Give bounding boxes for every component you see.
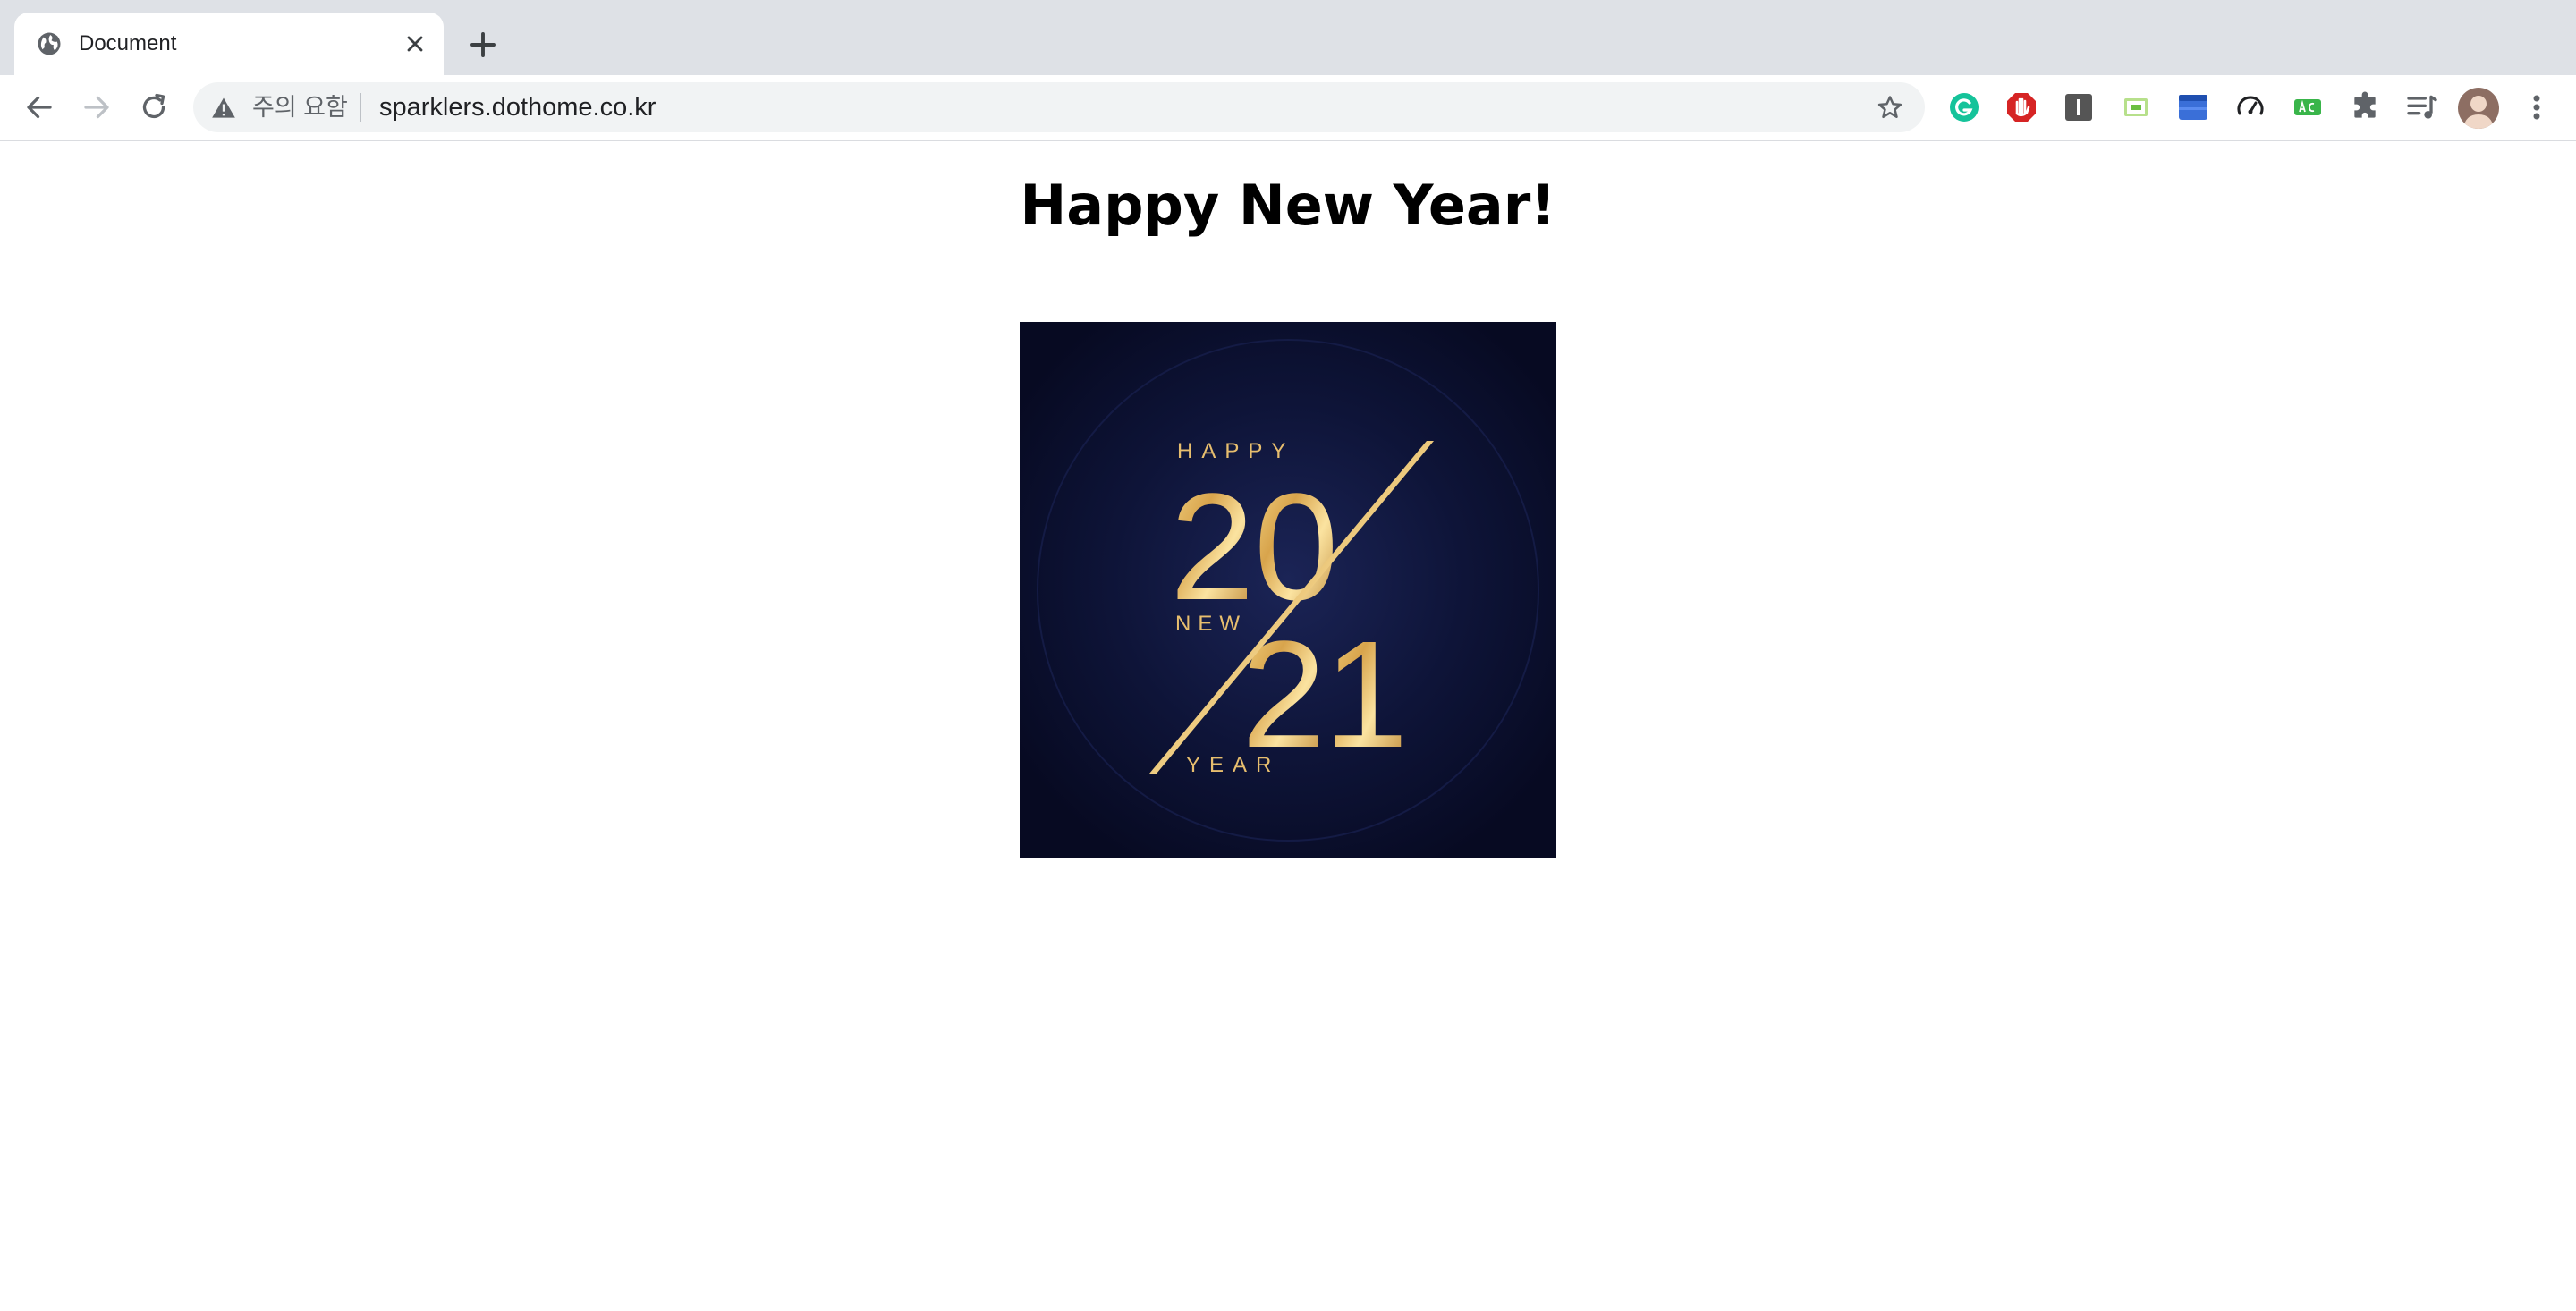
- image-digit-2-bottom: 2: [1241, 610, 1326, 780]
- autocomplete-icon[interactable]: [2290, 89, 2326, 125]
- tab-document[interactable]: Document: [14, 13, 444, 75]
- speedtest-icon[interactable]: [2233, 89, 2268, 125]
- avatar[interactable]: [2458, 88, 2499, 129]
- warning-icon[interactable]: [211, 96, 236, 119]
- page-title: Happy New Year!: [1020, 173, 1556, 238]
- tab-title: Document: [79, 31, 177, 55]
- screen-capture-icon[interactable]: [2118, 89, 2154, 125]
- forward-icon[interactable]: [80, 91, 113, 123]
- close-icon[interactable]: [402, 31, 428, 56]
- window-resizer-icon[interactable]: [2175, 89, 2211, 125]
- extensions-puzzle-icon[interactable]: [2347, 89, 2383, 125]
- tab-strip: Document: [0, 0, 2576, 75]
- happy-new-year-2021-image: HAPPY NEW YEAR 2 0 2 1: [1020, 322, 1556, 858]
- address-divider: [360, 93, 361, 122]
- address-bar[interactable]: 주의 요함 sparklers.dothome.co.kr: [193, 82, 1925, 132]
- url-text[interactable]: sparklers.dothome.co.kr: [379, 91, 656, 123]
- profile-avatar-icon: [2458, 88, 2499, 129]
- browser-toolbar: 주의 요함 sparklers.dothome.co.kr: [0, 75, 2576, 141]
- bookmark-star-icon[interactable]: [1877, 94, 1903, 121]
- image-digit-1: 1: [1324, 610, 1409, 780]
- image-text-happy: HAPPY: [1177, 439, 1294, 463]
- security-status-label[interactable]: 주의 요함: [252, 92, 348, 123]
- image-digit-0: 0: [1254, 462, 1339, 632]
- reload-icon[interactable]: [138, 91, 170, 123]
- media-controls-icon[interactable]: [2404, 89, 2440, 125]
- more-menu-icon[interactable]: [2522, 89, 2551, 125]
- grammarly-icon[interactable]: [1946, 89, 1982, 125]
- image-digit-2-top: 2: [1170, 462, 1255, 632]
- instapaper-icon[interactable]: [2061, 89, 2097, 125]
- back-icon[interactable]: [23, 91, 55, 123]
- new-tab-icon[interactable]: [467, 29, 499, 61]
- adblock-icon[interactable]: [2004, 89, 2039, 125]
- globe-icon: [38, 32, 61, 55]
